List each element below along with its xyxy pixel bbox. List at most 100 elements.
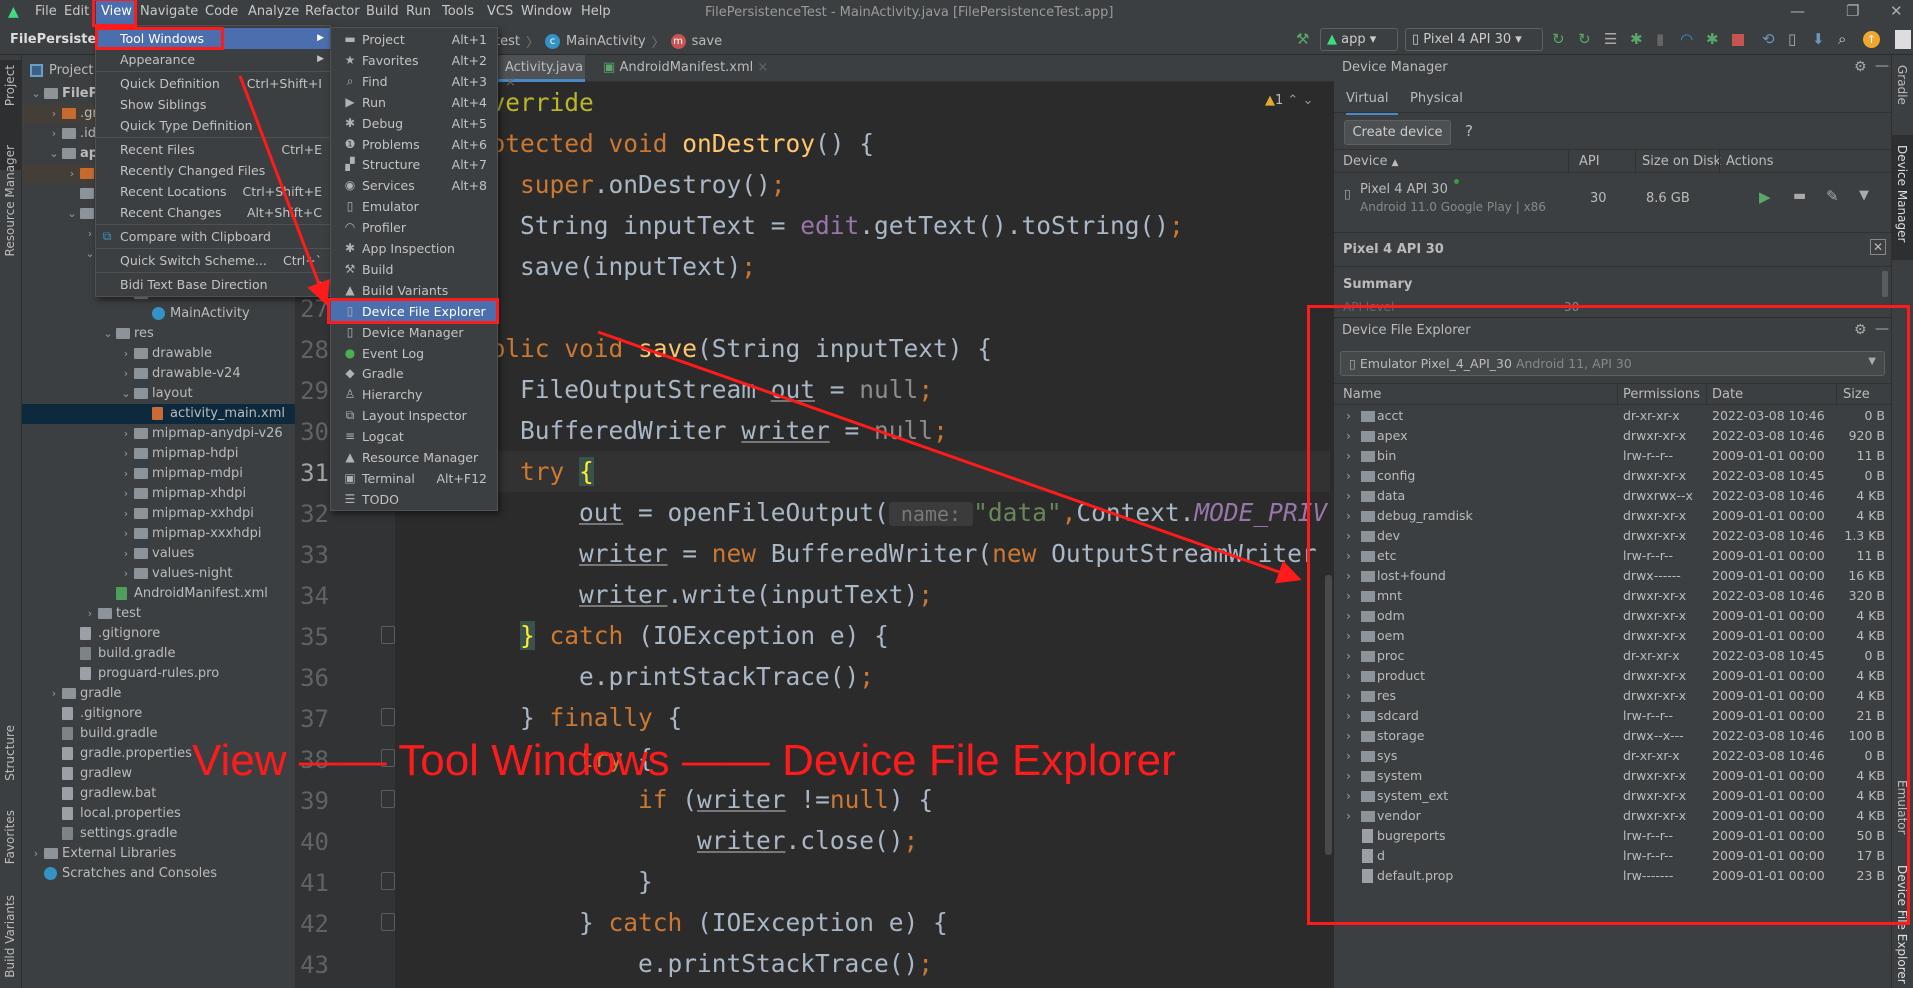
stripe-resource-manager[interactable]: Resource Manager bbox=[3, 145, 17, 256]
submenu-item-services[interactable]: ◉ Services Alt+8 bbox=[331, 175, 497, 196]
fold-marker-icon[interactable] bbox=[381, 913, 395, 931]
launch-device-icon[interactable]: ▶ bbox=[1759, 188, 1771, 206]
avatar[interactable] bbox=[1895, 30, 1911, 49]
tree-item[interactable]: › mipmap-anydpi-v26 bbox=[22, 424, 295, 444]
tab-physical[interactable]: Physical bbox=[1410, 91, 1463, 106]
tab-mainactivity-java[interactable]: Activity.java × bbox=[495, 55, 585, 90]
breadcrumb-save[interactable]: save bbox=[692, 34, 722, 49]
tree-item[interactable]: local.properties bbox=[22, 804, 295, 824]
inspection-widget[interactable]: ▲1 ⌃ ⌄ bbox=[1265, 93, 1313, 108]
sync-gradle-icon[interactable]: ⟲ bbox=[1762, 30, 1775, 48]
chevron-right-icon[interactable]: › bbox=[66, 164, 78, 184]
tree-item[interactable]: › mipmap-hdpi bbox=[22, 444, 295, 464]
chevron-right-icon[interactable]: › bbox=[30, 844, 42, 864]
tree-item[interactable]: › drawable bbox=[22, 344, 295, 364]
open-folder-icon[interactable]: ▬ bbox=[1793, 188, 1806, 204]
chevron-right-icon[interactable]: › bbox=[84, 604, 96, 624]
code-line[interactable]: } finally { bbox=[461, 697, 682, 738]
fold-marker-icon[interactable] bbox=[381, 708, 395, 726]
code-line[interactable]: writer = new BufferedWriter(new OutputSt… bbox=[461, 533, 1317, 574]
submenu-item-project[interactable]: ▬ Project Alt+1 bbox=[331, 29, 497, 50]
run-config-dropdown[interactable]: ▲ app ▾ bbox=[1320, 28, 1398, 51]
menu-refactor[interactable]: Refactor bbox=[305, 4, 360, 19]
code-line[interactable]: FileOutputStream out = null; bbox=[461, 369, 933, 410]
submenu-item-find[interactable]: ⌕ Find Alt+3 bbox=[331, 71, 497, 92]
menu-window[interactable]: Window bbox=[521, 4, 572, 19]
code-line[interactable]: out = openFileOutput( name: "data",Conte… bbox=[461, 492, 1327, 533]
chevron-down-icon[interactable]: ⌄ bbox=[30, 84, 42, 104]
coverage-icon[interactable]: ☰ bbox=[1604, 30, 1617, 48]
chevron-right-icon[interactable]: › bbox=[120, 484, 132, 504]
menu-navigate[interactable]: Navigate bbox=[140, 4, 198, 19]
tree-item[interactable]: › values-night bbox=[22, 564, 295, 584]
tree-item[interactable]: gradlew.bat bbox=[22, 784, 295, 804]
create-device-button[interactable]: Create device bbox=[1344, 120, 1451, 145]
tree-item[interactable]: › mipmap-xxxhdpi bbox=[22, 524, 295, 544]
chevron-right-icon[interactable]: › bbox=[120, 364, 132, 384]
code-line[interactable]: e.printStackTrace(); bbox=[461, 943, 933, 984]
debug-icon[interactable]: ✱ bbox=[1630, 30, 1643, 48]
menu-item-quick-definition[interactable]: Quick Definition Ctrl+Shift+I bbox=[96, 73, 330, 94]
code-line[interactable]: e.printStackTrace(); bbox=[461, 656, 874, 697]
submenu-item-debug[interactable]: ✱ Debug Alt+5 bbox=[331, 113, 497, 134]
apply-code-changes-icon[interactable]: ↻ bbox=[1578, 30, 1591, 48]
menu-help[interactable]: Help bbox=[581, 4, 611, 19]
apply-changes-restart-icon[interactable]: ↻ bbox=[1552, 30, 1565, 48]
edit-pencil-icon[interactable]: ✎ bbox=[1826, 187, 1839, 205]
col-api[interactable]: API bbox=[1579, 154, 1600, 169]
restore-button[interactable]: ❐ bbox=[1846, 2, 1859, 20]
menu-item-quick-type-definition[interactable]: Quick Type Definition bbox=[96, 115, 330, 136]
submenu-item-build[interactable]: ⚒ Build bbox=[331, 259, 497, 280]
code-line[interactable]: save(inputText); bbox=[461, 246, 756, 287]
code-line[interactable]: String inputText = edit.getText().toStri… bbox=[461, 205, 1184, 246]
code-line[interactable]: writer.write(inputText); bbox=[461, 574, 933, 615]
submenu-item-profiler[interactable]: ◠ Profiler bbox=[331, 217, 497, 238]
col-device[interactable]: Device ▲ bbox=[1343, 154, 1399, 169]
chevron-right-icon[interactable]: › bbox=[120, 524, 132, 544]
tree-item[interactable]: MainActivity bbox=[22, 304, 295, 324]
menu-analyze[interactable]: Analyze bbox=[248, 4, 299, 19]
submenu-item-event-log[interactable]: ● Event Log bbox=[331, 343, 497, 364]
tree-item[interactable]: AndroidManifest.xml bbox=[22, 584, 295, 604]
attach-process-icon[interactable]: ✱ bbox=[1706, 30, 1719, 48]
submenu-item-gradle[interactable]: ◆ Gradle bbox=[331, 363, 497, 384]
code-line[interactable]: } catch (IOException e) { bbox=[461, 615, 889, 656]
menu-item-recent-changes[interactable]: Recent Changes Alt+Shift+C bbox=[96, 202, 330, 223]
tree-item[interactable]: › mipmap-mdpi bbox=[22, 464, 295, 484]
menu-item-quick-switch-scheme[interactable]: Quick Switch Scheme... Ctrl+` bbox=[96, 250, 330, 271]
tree-item[interactable]: › test bbox=[22, 604, 295, 624]
col-size[interactable]: Size on Disk bbox=[1642, 154, 1721, 169]
menu-item-appearance[interactable]: Appearance ▶ bbox=[96, 49, 330, 70]
device-row[interactable]: ▯ Pixel 4 API 30 Android 11.0 Google Pla… bbox=[1334, 174, 1891, 226]
fold-marker-icon[interactable] bbox=[381, 626, 395, 644]
chevron-right-icon[interactable]: › bbox=[48, 684, 60, 704]
submenu-item-app-inspection[interactable]: ✱ App Inspection bbox=[331, 238, 497, 259]
breadcrumb-test[interactable]: test bbox=[495, 34, 520, 49]
chevron-right-icon[interactable]: › bbox=[120, 444, 132, 464]
code-line[interactable]: protected void onDestroy() { bbox=[461, 123, 874, 164]
menu-item-recently-changed-files[interactable]: Recently Changed Files bbox=[96, 160, 330, 181]
tree-item[interactable]: › gradle bbox=[22, 684, 295, 704]
menu-vcs[interactable]: VCS bbox=[487, 4, 513, 19]
tree-item[interactable]: › mipmap-xhdpi bbox=[22, 484, 295, 504]
fold-marker-icon[interactable] bbox=[381, 790, 395, 808]
menu-run[interactable]: Run bbox=[406, 4, 431, 19]
submenu-item-todo[interactable]: ☰ TODO bbox=[331, 489, 497, 510]
menu-code[interactable]: Code bbox=[205, 4, 238, 19]
submenu-item-run[interactable]: ▶ Run Alt+4 bbox=[331, 92, 497, 113]
stripe-gradle[interactable]: Gradle bbox=[1895, 65, 1909, 105]
details-scrollbar[interactable] bbox=[1882, 271, 1888, 297]
submenu-item-favorites[interactable]: ★ Favorites Alt+2 bbox=[331, 50, 497, 71]
chevron-right-icon[interactable]: › bbox=[48, 104, 60, 124]
tree-item[interactable]: › External Libraries bbox=[22, 844, 295, 864]
menu-item-recent-files[interactable]: Recent Files Ctrl+E bbox=[96, 139, 330, 160]
chevron-right-icon[interactable]: › bbox=[120, 424, 132, 444]
more-actions-chevron-icon[interactable]: ▼ bbox=[1859, 188, 1869, 203]
tree-item[interactable]: › drawable-v24 bbox=[22, 364, 295, 384]
submenu-item-structure[interactable]: ▞ Structure Alt+7 bbox=[331, 154, 497, 175]
stripe-build-variants[interactable]: Build Variants bbox=[3, 895, 17, 978]
stop-icon[interactable] bbox=[1732, 34, 1744, 46]
submenu-item-terminal[interactable]: ▣ Terminal Alt+F12 bbox=[331, 468, 497, 489]
fold-marker-icon[interactable] bbox=[381, 872, 395, 890]
tree-item[interactable]: activity_main.xml bbox=[22, 404, 295, 424]
